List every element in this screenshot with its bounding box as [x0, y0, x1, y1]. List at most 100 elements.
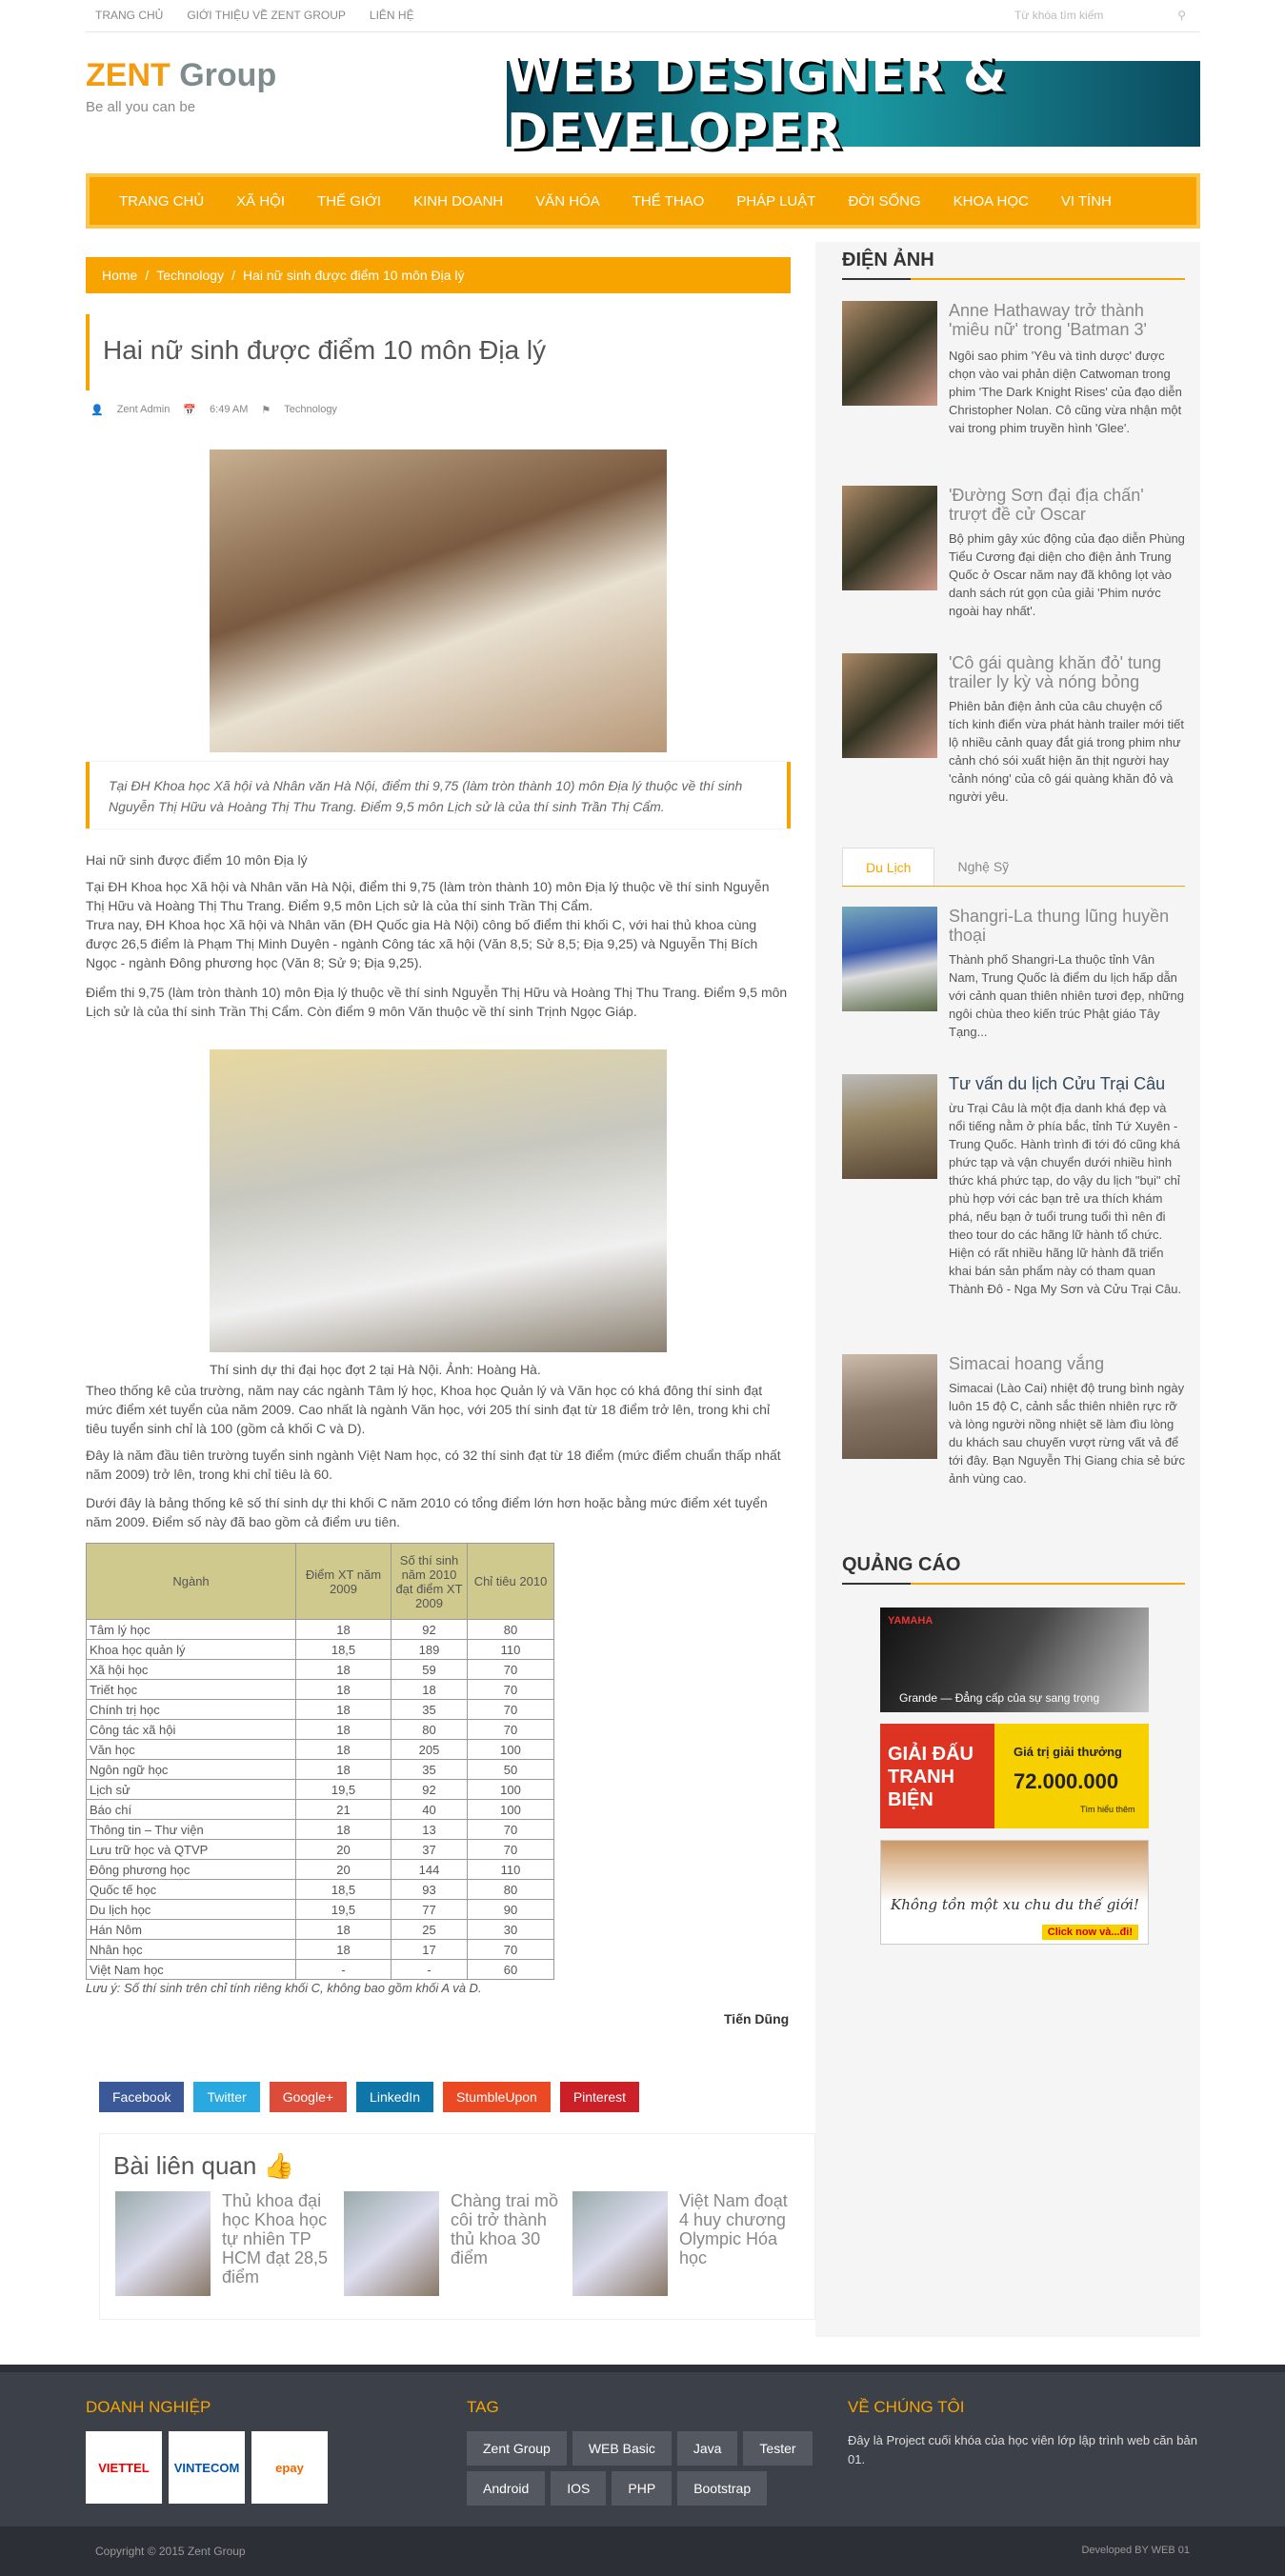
sidebar-thumb[interactable]: [842, 907, 937, 1011]
top-link-home[interactable]: Trang chủ: [95, 9, 163, 22]
tag-item[interactable]: PHP: [612, 2471, 673, 2506]
tab-nghe-sy[interactable]: Nghệ Sỹ: [934, 848, 1032, 887]
footer-tag-title: TAG: [467, 2398, 499, 2416]
tab-du-lich[interactable]: Du Lịch: [842, 848, 935, 887]
sidebar-post[interactable]: 'Cô gái quàng khăn đỏ' tung trailer ly k…: [842, 653, 1185, 815]
sidebar-thumb[interactable]: [842, 1354, 937, 1459]
table-row: Công tác xã hội 18 80 70: [86, 1719, 554, 1740]
sidebar-post[interactable]: Simacai hoang vắng Simacai (Lào Cai) nhiệ…: [842, 1354, 1185, 1526]
sidebar-post-title[interactable]: Simacai hoang vắng: [949, 1354, 1185, 1373]
sidebar-thumb[interactable]: [842, 1074, 937, 1179]
article-time: 6:49 AM: [210, 404, 249, 415]
ad-yamaha[interactable]: YAMAHA Grande — Đẳng cấp của sự sang trọn…: [880, 1608, 1149, 1712]
paragraph: Theo thống kê của trường, năm nay các ng…: [86, 1383, 771, 1436]
sidebar-post-title[interactable]: Tư vấn du lịch Cửu Trại Câu: [949, 1074, 1185, 1093]
footer-about: Đây là Project cuối khóa của học viên lớ…: [848, 2433, 1197, 2466]
table-cell: 60: [467, 1959, 554, 1980]
related-item[interactable]: Việt Nam đoạt 4 huy chương Olympic Hóa h…: [572, 2191, 792, 2301]
article-category[interactable]: Technology: [284, 404, 337, 416]
search-input[interactable]: Từ khóa tìm kiếm ⚲: [1005, 5, 1195, 28]
article-author[interactable]: Zent Admin: [117, 404, 171, 416]
related-item[interactable]: Thủ khoa đại học Khoa học tự nhiên TP HC…: [115, 2191, 334, 2301]
paragraph: Hai nữ sinh được điểm 10 môn Địa lý: [86, 852, 308, 868]
share-linkedin-button[interactable]: LinkedIn: [356, 2082, 433, 2112]
nav-item[interactable]: Khoa học: [937, 193, 1045, 210]
header-banner[interactable]: WEB DESIGNER & DEVELOPER: [507, 47, 1200, 161]
related-item[interactable]: Chàng trai mồ côi trở thành thủ khoa 30 …: [344, 2191, 563, 2301]
tag-item[interactable]: WEB Basic: [572, 2431, 672, 2466]
share-googleplus-button[interactable]: Google+: [269, 2082, 348, 2112]
related-thumb[interactable]: [572, 2191, 668, 2296]
table-cell: 100: [467, 1799, 554, 1820]
table-cell: Tâm lý học: [86, 1619, 296, 1640]
partner-logos: VIETTEL VINTECOM epay: [86, 2431, 328, 2504]
tag-item[interactable]: Java: [676, 2431, 738, 2466]
top-link-about[interactable]: Giới thiệu về Zent Group: [187, 9, 346, 22]
sidebar-post-title[interactable]: 'Đường Sơn đại địa chấn' trượt đề cử Osc…: [949, 486, 1185, 524]
sidebar-post-title[interactable]: 'Cô gái quàng khăn đỏ' tung trailer ly k…: [949, 653, 1185, 691]
sidebar-post-title[interactable]: Anne Hathaway trở thành 'miêu nữ' trong …: [949, 301, 1185, 339]
table-row: Quốc tế học 18,5 93 80: [86, 1879, 554, 1900]
logo-epay[interactable]: epay: [251, 2431, 328, 2504]
logo-viettel[interactable]: VIETTEL: [86, 2431, 162, 2504]
nav-item[interactable]: Trang chủ: [103, 193, 220, 210]
sidebar-post-title[interactable]: Shangri-La thung lũng huyền thoại: [949, 907, 1185, 945]
nav-item[interactable]: Văn hóa: [519, 193, 616, 210]
image-caption: Thí sinh dự thi đại học đợt 2 tại Hà Nội…: [210, 1362, 541, 1377]
breadcrumb-technology[interactable]: Technology: [156, 268, 224, 283]
nav-item[interactable]: Vi tính: [1045, 193, 1128, 210]
nav-item[interactable]: Thể thao: [616, 193, 721, 210]
tag-item[interactable]: Zent Group: [467, 2431, 567, 2466]
table-cell: Báo chí: [86, 1799, 296, 1820]
sidebar-thumb[interactable]: [842, 653, 937, 758]
sidebar-post-desc: ừu Trại Câu là một địa danh khá đẹp và n…: [949, 1101, 1182, 1296]
search-icon[interactable]: ⚲: [1177, 9, 1186, 24]
table-cell: 70: [467, 1939, 554, 1960]
table-cell: 100: [467, 1739, 554, 1760]
logo-vintecom[interactable]: VINTECOM: [169, 2431, 245, 2504]
tag-item[interactable]: IOS: [551, 2471, 607, 2506]
share-stumbleupon-button[interactable]: StumbleUpon: [442, 2082, 551, 2112]
tag-item[interactable]: Bootstrap: [677, 2471, 768, 2506]
table-row: Nhân học 18 17 70: [86, 1939, 554, 1960]
tag-item[interactable]: Android: [467, 2471, 546, 2506]
share-facebook-button[interactable]: Facebook: [99, 2082, 185, 2112]
sidebar-post[interactable]: Tư vấn du lịch Cửu Trại Câu ừu Trại Câu l…: [842, 1074, 1185, 1331]
sidebar-post[interactable]: 'Đường Sơn đại địa chấn' trượt đề cử Osc…: [842, 486, 1185, 618]
tag-item[interactable]: Tester: [743, 2431, 813, 2466]
sidebar-thumb[interactable]: [842, 486, 937, 590]
sidebar-tabs: Du Lịch Nghệ Sỹ: [842, 848, 1032, 887]
related-title[interactable]: Chàng trai mồ côi trở thành thủ khoa 30 …: [451, 2191, 561, 2267]
sidebar-post[interactable]: Anne Hathaway trở thành 'miêu nữ' trong …: [842, 301, 1185, 435]
share-pinterest-button[interactable]: Pinterest: [559, 2082, 640, 2112]
table-row: Lịch sử 19,5 92 100: [86, 1779, 554, 1800]
breadcrumb-home[interactable]: Home: [102, 268, 137, 283]
table-cell: Hán Nôm: [86, 1919, 296, 1940]
ad-cta[interactable]: Click now và...đi!: [1041, 1925, 1138, 1940]
breadcrumb-sep: /: [145, 268, 150, 283]
footer-biz-title: DOANH NGHIỆP: [86, 2398, 211, 2416]
nav-item[interactable]: Kinh doanh: [397, 193, 519, 210]
paragraph: Trưa nay, ĐH Khoa học Xã hội và Nhân văn…: [86, 917, 758, 970]
top-link-contact[interactable]: Liên hệ: [370, 9, 414, 22]
table-row: Hán Nôm 18 25 30: [86, 1919, 554, 1940]
sidebar-thumb[interactable]: [842, 301, 937, 406]
article-meta: 👤 Zent Admin 📅 6:49 AM ⚑ Technology: [90, 404, 337, 416]
tag-icon: ⚑: [261, 405, 271, 416]
table-row: Xã hội học 18 59 70: [86, 1659, 554, 1680]
nav-item[interactable]: Xã hội: [220, 193, 301, 210]
related-title[interactable]: Việt Nam đoạt 4 huy chương Olympic Hóa h…: [679, 2191, 790, 2267]
nav-item[interactable]: Đời sống: [832, 193, 936, 210]
sidebar-post[interactable]: Shangri-La thung lũng huyền thoại Thành p…: [842, 907, 1185, 1039]
related-thumb[interactable]: [115, 2191, 211, 2296]
ad-travel[interactable]: Không tồn một xu chu du thế giới! Click …: [880, 1840, 1149, 1945]
calendar-icon: 📅: [183, 405, 197, 416]
ad-debate[interactable]: GIẢI ĐẤU TRANH BIỆN Giá trị giải thưởng …: [880, 1724, 1149, 1828]
nav-item[interactable]: Pháp luật: [720, 193, 832, 210]
related-title[interactable]: Thủ khoa đại học Khoa học tự nhiên TP HC…: [222, 2191, 332, 2286]
site-logo[interactable]: ZENT Group: [86, 57, 276, 94]
related-thumb[interactable]: [344, 2191, 439, 2296]
share-twitter-button[interactable]: Twitter: [193, 2082, 260, 2112]
ad-text: GIẢI ĐẤU TRANH BIỆN: [880, 1724, 994, 1828]
nav-item[interactable]: Thế giới: [301, 193, 397, 210]
